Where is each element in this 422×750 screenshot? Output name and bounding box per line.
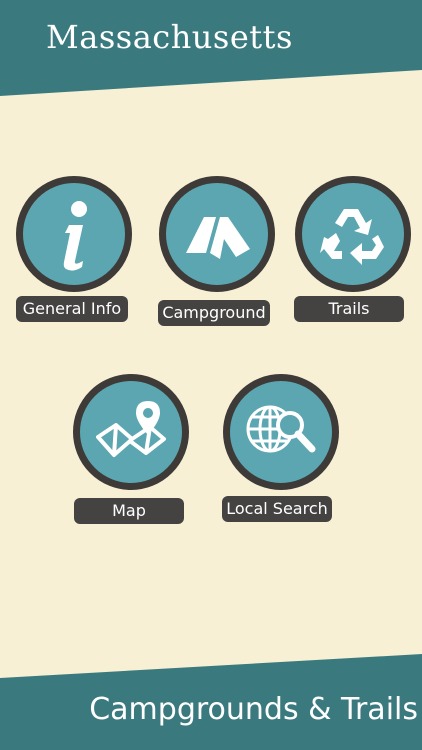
- campground-label[interactable]: Campground: [158, 300, 270, 326]
- general-info-label[interactable]: General Info: [16, 296, 128, 322]
- recycle-icon: [320, 209, 384, 265]
- local-search-button[interactable]: Local Search: [222, 374, 339, 524]
- map-label[interactable]: Map: [74, 498, 184, 524]
- general-info-circle[interactable]: [16, 176, 132, 292]
- campground-button[interactable]: Campground: [158, 176, 275, 326]
- map-pin-icon: [96, 401, 166, 457]
- map-button[interactable]: Map: [72, 374, 189, 524]
- general-info-button[interactable]: General Info: [16, 176, 132, 326]
- info-icon: [63, 201, 87, 271]
- trails-button[interactable]: Trails: [294, 176, 411, 326]
- map-circle[interactable]: [73, 374, 189, 490]
- local-search-label[interactable]: Local Search: [222, 496, 332, 522]
- app-title: Massachusetts: [46, 18, 293, 56]
- trails-circle[interactable]: [295, 176, 411, 292]
- trails-label[interactable]: Trails: [294, 296, 404, 322]
- campground-circle[interactable]: [159, 176, 275, 292]
- local-search-circle[interactable]: [223, 374, 339, 490]
- footer-title: Campgrounds & Trails: [89, 692, 418, 727]
- tent-icon: [186, 217, 250, 259]
- globe-search-icon: [246, 405, 316, 453]
